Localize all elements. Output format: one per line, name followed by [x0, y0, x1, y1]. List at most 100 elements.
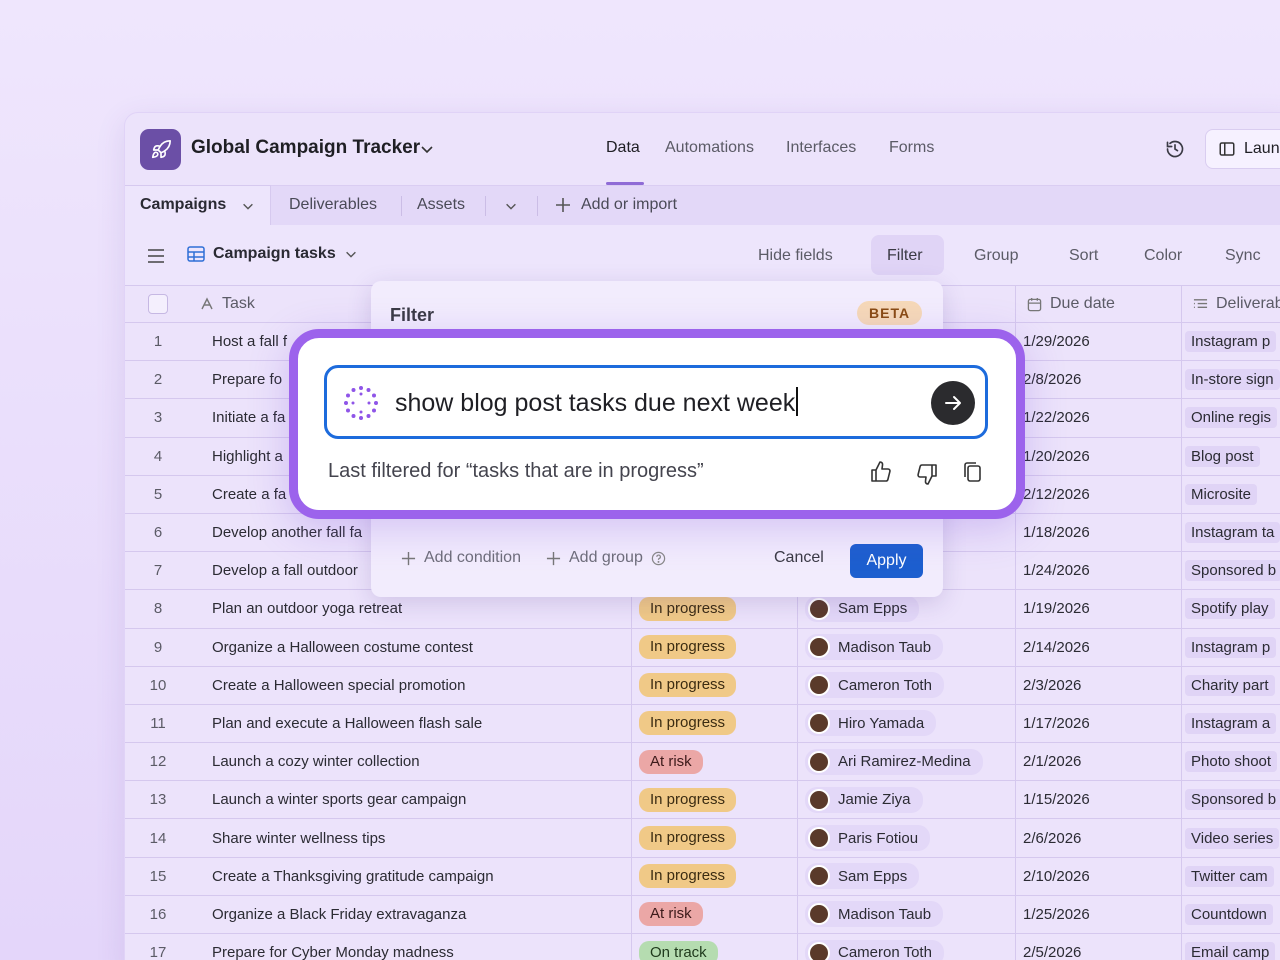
status-cell[interactable]: In progress — [639, 781, 799, 818]
owner-cell[interactable]: Madison Taub — [805, 629, 1015, 666]
table-row[interactable]: 11 Plan and execute a Halloween flash sal… — [125, 704, 1280, 744]
deliverable-cell[interactable]: Instagram p — [1185, 323, 1280, 360]
thumbs-up-icon[interactable] — [869, 460, 893, 484]
status-cell[interactable]: In progress — [639, 667, 799, 704]
due-date-cell[interactable]: 2/6/2026 — [1023, 819, 1173, 856]
owner-cell[interactable]: Cameron Toth — [805, 934, 1015, 960]
due-date-cell[interactable]: 1/17/2026 — [1023, 705, 1173, 742]
group-button[interactable]: Group — [974, 247, 1018, 265]
chevron-down-icon[interactable] — [241, 199, 255, 213]
task-cell[interactable]: Share winter wellness tips — [212, 819, 627, 856]
table-row[interactable]: 17 Prepare for Cyber Monday madness On tra… — [125, 934, 1280, 960]
owner-cell[interactable]: Sam Epps — [805, 858, 1015, 895]
deliverable-cell[interactable]: Countdown — [1185, 896, 1280, 933]
thumbs-down-icon[interactable] — [915, 462, 939, 486]
owner-cell[interactable]: Hiro Yamada — [805, 705, 1015, 742]
deliverable-cell[interactable]: Sponsored b — [1185, 552, 1280, 589]
status-cell[interactable]: On track — [639, 934, 799, 960]
add-group-button[interactable]: Add group — [546, 549, 666, 567]
due-date-cell[interactable]: 2/1/2026 — [1023, 743, 1173, 780]
due-date-cell[interactable]: 1/29/2026 — [1023, 323, 1173, 360]
deliverable-cell[interactable]: Email camp — [1185, 934, 1280, 960]
task-cell[interactable]: Plan and execute a Halloween flash sale — [212, 705, 627, 742]
nav-tab-interfaces[interactable]: Interfaces — [786, 139, 856, 157]
owner-cell[interactable]: Madison Taub — [805, 896, 1015, 933]
apply-button[interactable]: Apply — [850, 544, 923, 578]
owner-cell[interactable]: Cameron Toth — [805, 667, 1015, 704]
task-cell[interactable]: Create a Thanksgiving gratitude campaign — [212, 858, 627, 895]
due-date-cell[interactable]: 2/5/2026 — [1023, 934, 1173, 960]
table-row[interactable]: 16 Organize a Black Friday extravaganza At… — [125, 895, 1280, 934]
filter-button[interactable]: Filter — [887, 247, 923, 265]
copy-icon[interactable] — [962, 460, 984, 484]
due-date-cell[interactable]: 2/8/2026 — [1023, 361, 1173, 398]
deliverable-cell[interactable]: Spotify play — [1185, 590, 1280, 627]
table-tab-deliverables[interactable]: Deliverables — [289, 196, 377, 214]
table-tab-assets[interactable]: Assets — [417, 196, 465, 214]
table-row[interactable]: 9 Organize a Halloween costume contest In … — [125, 628, 1280, 667]
base-logo[interactable] — [140, 129, 181, 170]
add-condition-button[interactable]: Add condition — [401, 549, 521, 567]
due-date-cell[interactable]: 1/22/2026 — [1023, 399, 1173, 436]
task-cell[interactable]: Organize a Black Friday extravaganza — [212, 896, 627, 933]
hide-fields-button[interactable]: Hide fields — [758, 247, 833, 265]
deliverable-cell[interactable]: Sponsored b — [1185, 781, 1280, 818]
owner-cell[interactable]: Paris Fotiou — [805, 819, 1015, 856]
task-cell[interactable]: Organize a Halloween costume contest — [212, 629, 627, 666]
table-row[interactable]: 15 Create a Thanksgiving gratitude campai… — [125, 857, 1280, 896]
due-date-cell[interactable]: 2/10/2026 — [1023, 858, 1173, 895]
ai-filter-input[interactable]: show blog post tasks due next week — [324, 365, 988, 439]
deliverable-cell[interactable]: Photo shoot — [1185, 743, 1280, 780]
due-date-cell[interactable]: 2/3/2026 — [1023, 667, 1173, 704]
sync-button[interactable]: Sync — [1225, 247, 1261, 265]
table-row[interactable]: 14 Share winter wellness tips In progress P… — [125, 819, 1280, 858]
menu-icon[interactable] — [147, 249, 165, 263]
deliverable-cell[interactable]: Video series — [1185, 819, 1280, 856]
status-cell[interactable]: In progress — [639, 629, 799, 666]
owner-cell[interactable]: Jamie Ziya — [805, 781, 1015, 818]
cancel-button[interactable]: Cancel — [774, 549, 824, 567]
task-cell[interactable]: Launch a cozy winter collection — [212, 743, 627, 780]
status-cell[interactable]: In progress — [639, 819, 799, 856]
deliverable-cell[interactable]: Instagram ta — [1185, 514, 1280, 551]
status-cell[interactable]: In progress — [639, 858, 799, 895]
help-icon[interactable] — [651, 551, 666, 566]
due-date-cell[interactable]: 1/24/2026 — [1023, 552, 1173, 589]
sort-button[interactable]: Sort — [1069, 247, 1098, 265]
deliverable-cell[interactable]: Blog post — [1185, 438, 1280, 475]
deliverable-cell[interactable]: Twitter cam — [1185, 858, 1280, 895]
status-cell[interactable]: In progress — [639, 705, 799, 742]
task-cell[interactable]: Prepare for Cyber Monday madness — [212, 934, 627, 960]
deliverable-cell[interactable]: In-store sign — [1185, 361, 1280, 398]
history-icon[interactable] — [1165, 139, 1185, 159]
status-cell[interactable]: At risk — [639, 743, 799, 780]
due-date-cell[interactable]: 1/15/2026 — [1023, 781, 1173, 818]
launch-button[interactable]: Laun — [1205, 129, 1280, 169]
due-date-cell[interactable]: 1/19/2026 — [1023, 590, 1173, 627]
table-row[interactable]: 10 Create a Halloween special promotion In… — [125, 666, 1280, 705]
nav-tab-forms[interactable]: Forms — [889, 139, 934, 157]
owner-cell[interactable]: Ari Ramirez-Medina — [805, 743, 1015, 780]
status-cell[interactable]: At risk — [639, 896, 799, 933]
base-title[interactable]: Global Campaign Tracker — [191, 137, 420, 159]
due-date-cell[interactable]: 2/12/2026 — [1023, 476, 1173, 513]
task-cell[interactable]: Launch a winter sports gear campaign — [212, 781, 627, 818]
column-header-deliverable[interactable]: Deliverab — [1193, 286, 1280, 322]
color-button[interactable]: Color — [1144, 247, 1182, 265]
submit-button[interactable] — [931, 381, 975, 425]
nav-tab-data[interactable]: Data — [606, 139, 640, 157]
table-row[interactable]: 12 Launch a cozy winter collection At risk… — [125, 743, 1280, 782]
deliverable-cell[interactable]: Microsite — [1185, 476, 1280, 513]
chevron-down-icon[interactable] — [419, 141, 435, 157]
nav-tab-automations[interactable]: Automations — [665, 139, 754, 157]
due-date-cell[interactable]: 2/14/2026 — [1023, 629, 1173, 666]
table-row[interactable]: 13 Launch a winter sports gear campaign In… — [125, 781, 1280, 820]
more-tables-chevron-icon[interactable] — [504, 199, 518, 213]
column-header-due-date[interactable]: Due date — [1027, 286, 1177, 322]
add-or-import-button[interactable]: Add or import — [555, 196, 677, 214]
due-date-cell[interactable]: 1/25/2026 — [1023, 896, 1173, 933]
table-tab-campaigns[interactable]: Campaigns — [125, 185, 271, 227]
due-date-cell[interactable]: 1/18/2026 — [1023, 514, 1173, 551]
due-date-cell[interactable]: 1/20/2026 — [1023, 438, 1173, 475]
view-switcher[interactable]: Campaign tasks — [187, 245, 358, 263]
